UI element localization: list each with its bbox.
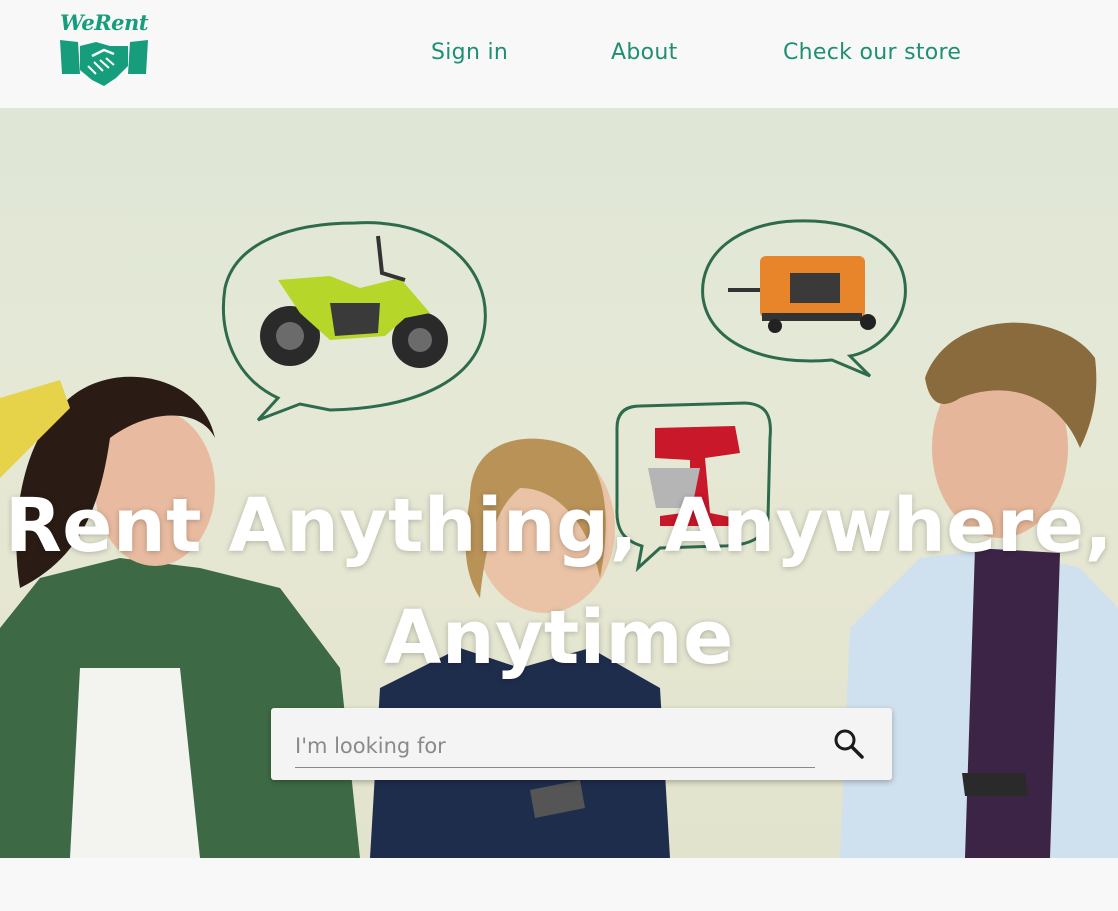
handshake-icon <box>60 40 148 86</box>
nav-check-our-store[interactable]: Check our store <box>783 40 961 65</box>
generator-speech-bubble <box>701 219 907 378</box>
hero-title-line-1: Rent Anything, Anywhere, <box>4 483 1114 569</box>
brand-name: WeRent <box>60 10 149 35</box>
search-input[interactable] <box>295 724 815 768</box>
nav-about[interactable]: About <box>611 40 678 65</box>
motorbike-speech-bubble <box>222 221 487 422</box>
brand-logo[interactable]: WeRent <box>58 10 154 90</box>
nav-sign-in[interactable]: Sign in <box>431 40 508 65</box>
search-box <box>271 708 892 780</box>
page-bottom-area <box>0 858 1118 911</box>
search-icon[interactable] <box>831 726 867 762</box>
motorbike-picture <box>260 235 448 368</box>
hero-title: Rent Anything, Anywhere, Anytime <box>0 470 1118 694</box>
generator-picture <box>728 256 876 333</box>
hero-banner: Rent Anything, Anywhere, Anytime <box>0 108 1118 858</box>
hero-title-line-2: Anytime <box>384 595 734 681</box>
site-header: WeRent Sign in About Check our store <box>0 0 1118 108</box>
